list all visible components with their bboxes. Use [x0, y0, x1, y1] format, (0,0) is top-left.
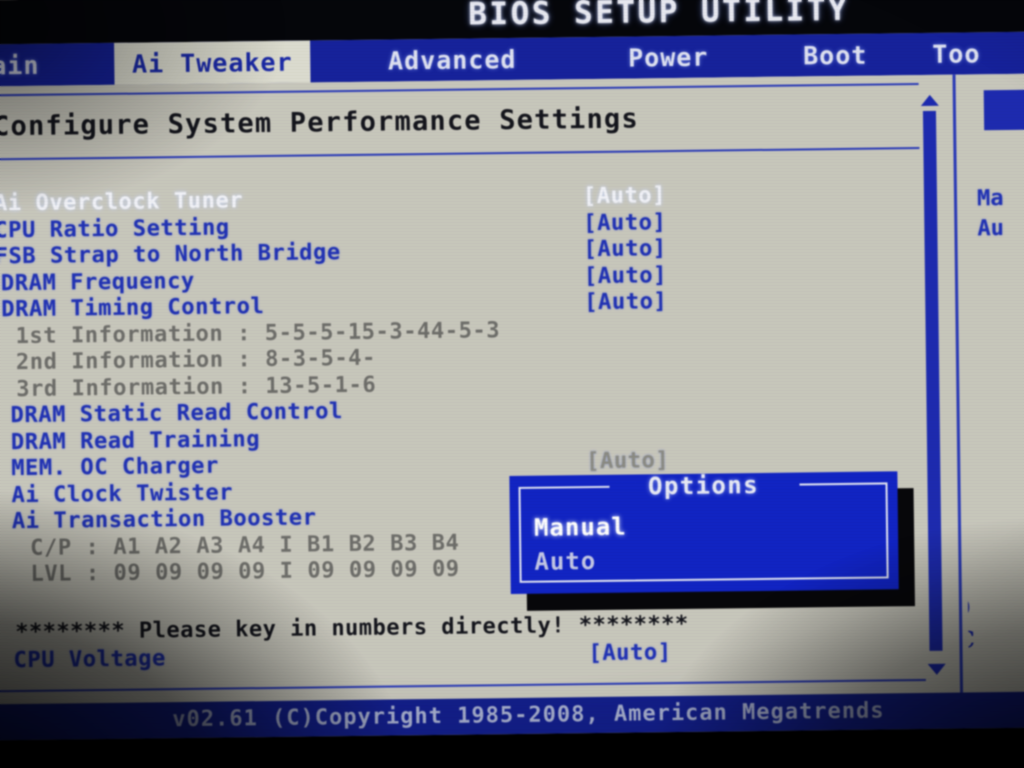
bottom-divider [0, 678, 926, 693]
tab-ai-tweaker-label: Ai Tweaker [131, 47, 293, 79]
tab-boot-label: Boot [802, 40, 868, 70]
info-label: C/P : A1 A2 A3 A4 I B1 B2 B3 B4 [30, 530, 460, 561]
option-item-manual[interactable]: Manual [534, 513, 627, 542]
help-pane: Ma Au ↔ ↑↓ +− F1 F10 ESC [961, 73, 1024, 692]
setting-label: DRAM Read Training [10, 426, 261, 455]
setting-label: DRAM Timing Control [1, 294, 265, 323]
help-header-block [983, 89, 1024, 131]
option-item-auto[interactable]: Auto [534, 547, 596, 576]
tab-advanced[interactable]: Advanced [356, 38, 548, 82]
title-underline [0, 147, 920, 161]
setting-label: Ai Clock Twister [11, 479, 234, 508]
tab-main[interactable]: Main [0, 43, 83, 87]
bios-screen-photo: BIOS SETUP UTILITY Main Ai Tweaker Advan… [0, 0, 1024, 768]
setting-value: [Auto] [583, 262, 668, 289]
scrollbar-thumb[interactable] [922, 110, 943, 651]
tab-advanced-label: Advanced [387, 44, 517, 76]
setting-value: [Auto] [583, 236, 667, 263]
setting-value: [Auto] [582, 183, 667, 210]
scroll-up-arrow-icon[interactable] [920, 94, 939, 106]
options-dialog-title: Options [647, 471, 760, 501]
scrollbar[interactable] [917, 94, 946, 675]
setting-label: CPU Ratio Setting [0, 214, 230, 243]
setting-value: [Auto] [586, 448, 670, 475]
settings-pane: Configure System Performance Settings Ai… [0, 75, 946, 705]
tab-tools-label: Too [932, 38, 981, 69]
setting-value: [Auto] [588, 640, 672, 667]
setting-label: MEM. OC Charger [11, 453, 220, 482]
monitor-screen: BIOS SETUP UTILITY Main Ai Tweaker Advan… [0, 0, 1024, 741]
help-line-manual: Ma [976, 185, 1004, 212]
setting-label: Ai Transaction Booster [11, 505, 317, 535]
info-label: 2nd Information : 8-3-5-4- [15, 345, 377, 376]
pane-divider [952, 74, 964, 693]
tab-power-label: Power [627, 42, 709, 73]
help-line-auto: Au [977, 215, 1005, 242]
tab-tools[interactable]: Too [932, 31, 1024, 74]
legend-esc-key: ESC [961, 626, 976, 655]
body-area: Configure System Performance Settings Ai… [0, 73, 1024, 705]
footer-copyright: v02.61 (C)Copyright 1985-2008, American … [172, 698, 885, 733]
tab-power[interactable]: Power [594, 35, 743, 79]
setting-label: Ai Overclock Tuner [0, 188, 244, 217]
scroll-down-arrow-icon[interactable] [927, 663, 946, 675]
setting-label: FSB Strap to North Bridge [0, 240, 341, 270]
legend-f10-key: F10 [961, 594, 971, 623]
options-dialog[interactable]: Options Manual Auto [509, 471, 899, 595]
info-label: 1st Information : 5-5-5-15-3-44-5-3 [15, 317, 501, 349]
section-title: Configure System Performance Settings [0, 103, 640, 143]
info-label: 3rd Information : 13-5-1-6 [16, 372, 377, 402]
tab-main-label: Main [0, 50, 40, 81]
setting-value: [Auto] [583, 209, 667, 236]
setting-label: DRAM Frequency [0, 268, 195, 296]
tab-ai-tweaker[interactable]: Ai Tweaker [114, 40, 311, 85]
top-divider [0, 83, 919, 97]
setting-value: [Auto] [584, 289, 668, 316]
tab-boot[interactable]: Boot [774, 33, 897, 76]
info-label: LVL : 09 09 09 09 I 09 09 09 09 [30, 556, 460, 587]
setting-label: CPU Voltage [13, 646, 167, 674]
setting-label: DRAM Static Read Control [10, 399, 344, 429]
